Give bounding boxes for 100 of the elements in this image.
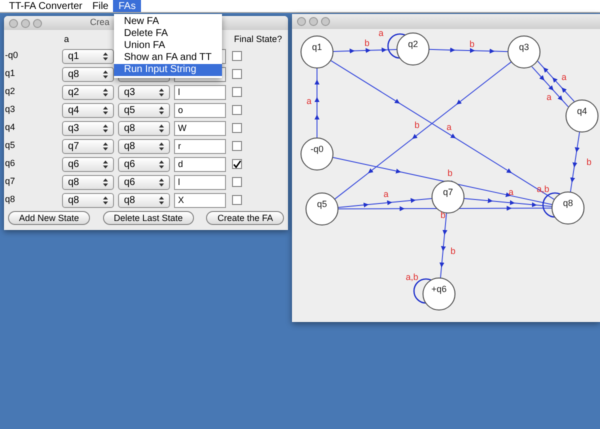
updown-arrows-icon (103, 106, 108, 114)
state-name: q5 (4, 139, 16, 152)
menu-entry[interactable]: Union FA (114, 40, 222, 52)
updown-arrows-icon (103, 196, 108, 204)
state-circle[interactable] (396, 32, 430, 66)
output-field[interactable]: d (174, 156, 226, 172)
final-state-checkbox[interactable] (232, 141, 242, 151)
final-state-checkbox[interactable] (232, 51, 242, 61)
column-header: a (64, 33, 70, 46)
output-field[interactable]: W (174, 120, 226, 136)
updown-arrows-icon (159, 160, 164, 168)
state-dropdown[interactable]: q8 (62, 174, 114, 190)
state-label: q7 (443, 187, 453, 197)
state-name: q7 (4, 175, 16, 188)
state-dropdown[interactable]: q6 (118, 156, 170, 172)
transition-label: b (448, 168, 452, 178)
state-dropdown[interactable]: q8 (118, 138, 170, 154)
state-name: q3 (4, 103, 16, 116)
transition-label: a (546, 92, 552, 102)
updown-arrows-icon (103, 70, 108, 78)
state-dropdown[interactable]: q8 (62, 192, 114, 208)
output-field[interactable]: l (174, 174, 226, 190)
action-button[interactable]: Add New State (8, 211, 90, 225)
final-state-checkbox[interactable] (232, 177, 242, 187)
state-dropdown[interactable]: q5 (118, 102, 170, 118)
menu-entry[interactable]: Delete FA (114, 28, 222, 40)
state-dropdown[interactable]: q2 (62, 84, 114, 100)
state-circle[interactable] (300, 138, 334, 170)
column-header: Final State? (234, 33, 282, 46)
updown-arrows-icon (159, 142, 164, 150)
state-dropdown[interactable]: q6 (118, 174, 170, 190)
state-name: q1 (4, 67, 16, 80)
transition-label: b (586, 157, 592, 167)
action-button[interactable]: Delete Last State (102, 211, 194, 225)
state-name: q2 (4, 85, 16, 98)
transition-label: a (508, 187, 514, 197)
state-circle[interactable] (552, 192, 584, 224)
state-dropdown[interactable]: q8 (118, 120, 170, 136)
final-state-checkbox[interactable] (232, 105, 242, 115)
output-field[interactable]: l (174, 84, 226, 100)
updown-arrows-icon (103, 124, 108, 132)
final-state-checkbox[interactable] (232, 87, 242, 97)
window-title: Crea (90, 16, 110, 30)
menu-item[interactable]: FAs (113, 0, 141, 12)
state-name: q4 (4, 121, 16, 134)
state-circle[interactable] (508, 36, 540, 68)
updown-arrows-icon (103, 178, 108, 186)
state-label: +q6 (431, 284, 447, 294)
state-dropdown[interactable]: q6 (62, 156, 114, 172)
final-state-checkbox[interactable] (232, 195, 242, 205)
menu-entry[interactable]: New FA (114, 16, 222, 28)
state-dropdown[interactable]: q7 (62, 138, 114, 154)
transition-label: a,b (536, 184, 550, 194)
state-circle[interactable] (306, 192, 338, 226)
updown-arrows-icon (103, 142, 108, 150)
transition-label: a (446, 122, 452, 132)
state-name: -q0 (4, 49, 20, 62)
updown-arrows-icon (103, 88, 108, 96)
state-circle[interactable] (300, 36, 334, 68)
state-dropdown[interactable]: q4 (62, 102, 114, 118)
state-dropdown[interactable]: q8 (118, 192, 170, 208)
final-state-checkbox[interactable] (232, 159, 242, 169)
final-state-checkbox[interactable] (232, 123, 242, 133)
updown-arrows-icon (159, 178, 164, 186)
transition-label: b (470, 39, 474, 49)
updown-arrows-icon (159, 196, 164, 204)
state-circle[interactable] (566, 100, 598, 132)
menu-entry[interactable]: Show an FA and TT (114, 52, 222, 64)
final-state-checkbox[interactable] (232, 69, 242, 79)
output-field[interactable]: r (174, 138, 226, 154)
state-dropdown[interactable]: q3 (62, 120, 114, 136)
transition-label: b (414, 120, 420, 130)
updown-arrows-icon (159, 88, 164, 96)
updown-arrows-icon (103, 160, 108, 168)
menu-entry[interactable]: Run Input String (114, 64, 222, 76)
transition-label: b (364, 38, 370, 48)
action-button[interactable]: Create the FA (206, 211, 284, 225)
output-field[interactable]: o (174, 102, 226, 118)
state-label: -q0 (310, 144, 324, 154)
menu-item[interactable]: File (87, 0, 114, 12)
state-circle[interactable] (422, 278, 456, 310)
state-label: q8 (563, 198, 573, 208)
state-dropdown[interactable]: q1 (62, 48, 114, 64)
menu-item[interactable]: TT-FA Converter (4, 0, 88, 12)
state-dropdown[interactable]: q3 (118, 84, 170, 100)
transition-label: b (440, 210, 446, 220)
state-label: q2 (408, 39, 418, 49)
transition-label: a (306, 96, 312, 106)
state-dropdown[interactable]: q8 (62, 66, 114, 82)
output-field[interactable]: X (174, 192, 226, 208)
transition-label: a (378, 29, 384, 38)
updown-arrows-icon (159, 106, 164, 114)
state-label: q3 (519, 42, 529, 52)
transition-label: a (384, 189, 388, 199)
updown-arrows-icon (103, 52, 108, 60)
state-circle[interactable] (432, 180, 464, 214)
updown-arrows-icon (159, 124, 164, 132)
transition-label: a (562, 72, 566, 82)
transition-label: b (450, 246, 456, 256)
state-name: q8 (4, 193, 16, 206)
